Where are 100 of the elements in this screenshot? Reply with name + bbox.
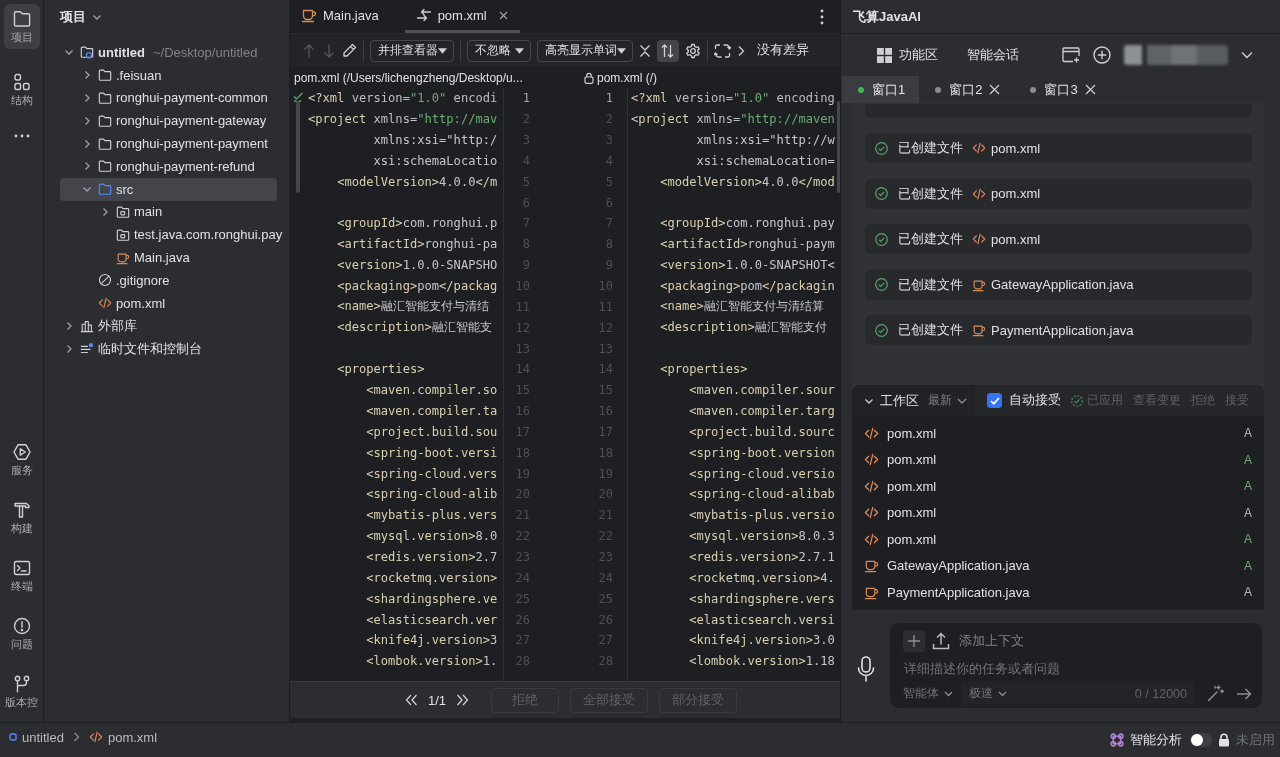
code-line: <name>融汇智能支付与清结	[337, 298, 489, 316]
tree-item[interactable]: 临时文件和控制台	[60, 337, 206, 361]
composer-panel[interactable]: 添加上下文 详细描述你的任务或者问题 智能体 极速 0 / 12000	[890, 622, 1262, 708]
highlight-dropdown[interactable]: 高亮显示单词	[537, 39, 633, 62]
window-plus-icon[interactable]	[1062, 47, 1080, 63]
window-tab[interactable]: 窗口2	[919, 76, 1015, 103]
tree-item[interactable]: ronghui-payment-common	[60, 86, 272, 110]
tool-window-button[interactable]: 项目	[3, 4, 40, 49]
file-status: A	[1244, 558, 1252, 573]
tree-item[interactable]: ronghui-payment-payment	[60, 132, 272, 155]
tool-window-button[interactable]: 构建	[3, 495, 40, 540]
close-icon[interactable]	[498, 10, 508, 20]
scrollbar-thumb[interactable]	[296, 101, 300, 193]
code-line: <groupId>com.ronghui.pay	[660, 216, 835, 231]
code-icon	[972, 232, 986, 246]
tool-window-button[interactable]: 问题	[3, 611, 40, 656]
file-name[interactable]: PaymentApplication.java	[887, 584, 1030, 600]
code-line: xsi:schemaLocation=	[696, 153, 835, 168]
tree-item[interactable]: src	[60, 177, 277, 201]
tree-item[interactable]: 外部库	[60, 314, 141, 338]
tree-item[interactable]: ronghui-payment-gateway	[60, 109, 271, 133]
mode-dropdown[interactable]: 智能体	[903, 681, 961, 706]
send-arrow-icon[interactable]	[1236, 687, 1252, 700]
tree-item[interactable]: main	[60, 200, 167, 224]
panel-title-dropdown[interactable]: 项目	[60, 8, 102, 26]
file-name[interactable]: pom.xml	[887, 478, 937, 494]
microphone-icon[interactable]	[857, 656, 875, 682]
tree-item[interactable]: untitled ~/Desktop/untitled	[60, 41, 262, 64]
breadcrumb-item[interactable]: untitled	[9, 729, 64, 745]
tool-window-button[interactable]: 服务	[3, 437, 40, 482]
file-name[interactable]: pom.xml	[991, 140, 1041, 156]
code-line: <version>1.0.0-SNAPSHO	[337, 258, 498, 273]
nav-button[interactable]: 功能区	[877, 46, 938, 64]
tree-item[interactable]: pom.xml	[60, 291, 170, 315]
file-name[interactable]: pom.xml	[991, 231, 1041, 247]
tool-window-button[interactable]: 结构	[3, 67, 40, 112]
pencil-icon[interactable]	[342, 43, 357, 58]
command-icon	[1110, 733, 1124, 747]
tool-window-button[interactable]: 版本控	[3, 669, 40, 714]
ignore-dropdown[interactable]: 不忽略	[467, 39, 531, 62]
tree-item[interactable]: Main.java	[60, 246, 194, 269]
chevron-down-icon[interactable]	[1241, 51, 1253, 59]
auto-accept-checkbox[interactable]: 自动接受	[987, 392, 1061, 409]
tool-window-button[interactable]: 终端	[3, 553, 40, 598]
tree-item[interactable]: test.java.com.ronghui.pay	[60, 223, 287, 247]
file-name[interactable]: GatewayApplication.java	[991, 277, 1134, 292]
file-name[interactable]: PaymentApplication.java	[991, 322, 1134, 338]
chevron-down-icon	[998, 690, 1007, 697]
folder-icon	[98, 182, 112, 197]
file-name[interactable]: pom.xml	[991, 186, 1041, 201]
tree-item[interactable]: .gitignore	[60, 268, 174, 292]
file-name[interactable]: pom.xml	[887, 505, 937, 521]
nav-button[interactable]: 智能会话	[967, 46, 1019, 64]
sync-scroll-toggle[interactable]	[657, 39, 679, 62]
rotate-arrows-icon[interactable]	[714, 42, 731, 59]
check-circle-icon	[875, 141, 888, 155]
file-name[interactable]: GatewayApplication.java	[887, 558, 1030, 574]
code-line: <spring-cloud-alib	[366, 487, 498, 502]
code-line: <properties>	[660, 362, 748, 377]
code-icon	[864, 478, 879, 494]
sort-dropdown[interactable]: 最新	[928, 393, 967, 408]
more-icon[interactable]	[13, 134, 30, 138]
file-name[interactable]: pom.xml	[887, 425, 937, 441]
add-button[interactable]	[903, 629, 925, 652]
code-line: <mybatis-plus.versio	[689, 508, 835, 523]
more-vertical-icon[interactable]	[820, 8, 824, 25]
tree-item[interactable]: .feisuan	[60, 63, 166, 87]
collapse-icon[interactable]	[639, 43, 651, 58]
double-chevron-right-icon[interactable]	[456, 694, 470, 706]
pane-title: pom.xml (/Users/lichengzheng/Desktop/u...	[294, 71, 523, 85]
code-line: <?xml version="1.0" encodi	[308, 91, 498, 106]
message-input[interactable]: 详细描述你的任务或者问题	[903, 655, 1252, 682]
toggle-switch[interactable]	[1190, 733, 1212, 747]
folder-icon	[98, 91, 112, 105]
file-name[interactable]: pom.xml	[887, 531, 937, 547]
tree-item[interactable]: ronghui-payment-refund	[60, 155, 259, 178]
file-name[interactable]: pom.xml	[887, 452, 937, 468]
code-line: <artifactId>ronghui-pa	[337, 237, 498, 252]
double-chevron-left-icon[interactable]	[405, 694, 418, 706]
breadcrumb-item[interactable]: pom.xml	[88, 729, 158, 745]
upload-icon[interactable]	[932, 631, 950, 650]
panel-title: 飞算JavaAI	[853, 7, 921, 26]
settings-icon[interactable]	[685, 42, 701, 59]
magic-wand-icon[interactable]	[1207, 685, 1224, 702]
chevron-right-icon[interactable]	[737, 44, 745, 57]
check-icon[interactable]	[293, 92, 304, 103]
add-context-button[interactable]: 添加上下文	[959, 631, 1024, 650]
code-line: <artifactId>ronghui-paym	[660, 237, 835, 252]
close-icon[interactable]	[989, 84, 1001, 95]
window-tab[interactable]: 窗口1	[842, 76, 920, 103]
editor-tab[interactable]: Main.java	[290, 0, 405, 33]
plus-circle-icon[interactable]	[1093, 46, 1111, 64]
viewer-dropdown[interactable]: 并排查看器	[370, 39, 454, 62]
line-number: 1	[522, 91, 530, 106]
caret-down-icon	[438, 47, 447, 54]
window-tab[interactable]: 窗口3	[1014, 76, 1110, 103]
file-status: A	[1244, 505, 1252, 520]
plus-icon	[907, 633, 921, 648]
code-line: <rocketmq.version>4.	[689, 570, 835, 585]
close-icon[interactable]	[1084, 84, 1096, 95]
